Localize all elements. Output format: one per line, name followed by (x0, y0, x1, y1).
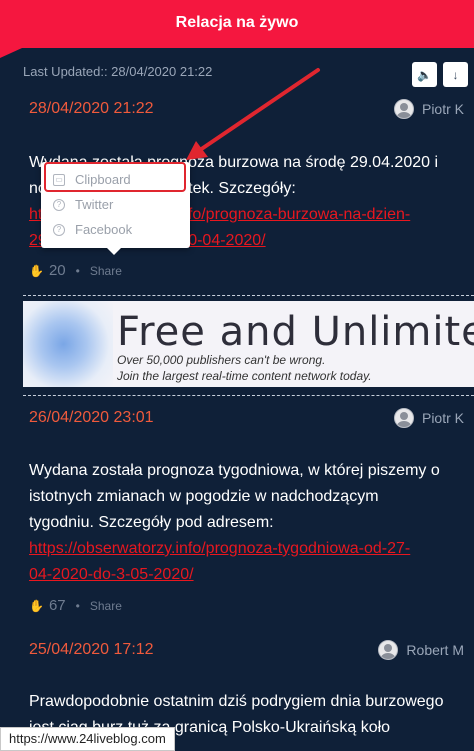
twitter-icon: ? (53, 198, 65, 211)
clap-icon[interactable]: ✋ (29, 264, 44, 278)
author-name: Piotr K (421, 101, 464, 117)
header-bar: Relacja na żywo (0, 0, 474, 58)
divider (23, 395, 474, 396)
share-facebook-item[interactable]: ? Facebook (53, 222, 132, 237)
post-link[interactable]: https://obserwatorzy.info/prognoza-tygod… (29, 540, 410, 557)
like-count: 20 (48, 262, 66, 279)
ad-line: Join the largest real-time content netwo… (117, 369, 372, 383)
post-date: 28/04/2020 21:22 (29, 100, 154, 117)
facebook-icon: ? (53, 223, 65, 236)
post-author: Robert M (378, 640, 464, 660)
share-item-label: Twitter (75, 197, 114, 212)
post-text: Wydana została prognoza tygodniowa, w kt… (29, 462, 440, 479)
post-date: 26/04/2020 23:01 (29, 409, 154, 426)
avatar (393, 408, 414, 428)
like-count: 67 (48, 597, 66, 614)
share-twitter-item[interactable]: ? Twitter (53, 197, 113, 212)
post-text: istotnych zmianach w pogodzie w nadchodz… (29, 488, 379, 505)
post-body: Wydana została prognoza tygodniowa, w kt… (29, 458, 459, 588)
post-text: Prawdopodobnie ostatnim dziś podrygiem d… (29, 693, 444, 710)
arrow-down-icon: ↓ (452, 67, 459, 82)
post-text: tygodniu. Szczegóły pod adresem: (29, 514, 274, 531)
speaker-icon: 🔈 (417, 67, 432, 82)
ad-headline: Free and Unlimited (117, 309, 474, 355)
post-meta: ✋ 67 • Share (29, 597, 122, 614)
post-link[interactable]: 04-2020-do-3-05-2020/ (29, 566, 194, 583)
post-meta: ✋ 20 • Share (29, 262, 122, 279)
page-title: Relacja na żywo (175, 14, 299, 31)
ad-line: Over 50,000 publishers can't be wrong. (117, 353, 326, 367)
author-name: Piotr K (421, 410, 464, 426)
avatar (378, 640, 399, 660)
sound-toggle-button[interactable]: 🔈 (412, 62, 437, 87)
share-button[interactable]: Share (90, 599, 122, 613)
header-notch (0, 48, 22, 58)
post-date: 25/04/2020 17:12 (29, 641, 154, 658)
popup-arrow (107, 248, 121, 255)
post-author: Piotr K (393, 99, 464, 119)
ad-banner[interactable]: Free and Unlimited Over 50,000 publisher… (23, 301, 474, 387)
divider (23, 295, 474, 296)
share-button[interactable]: Share (90, 264, 122, 278)
ad-illustration (23, 301, 113, 387)
scroll-down-button[interactable]: ↓ (443, 62, 468, 87)
separator-dot: • (75, 598, 80, 613)
author-name: Robert M (406, 642, 464, 658)
highlight-box (44, 162, 186, 192)
last-updated-label: Last Updated:: 28/04/2020 21:22 (23, 64, 213, 79)
post-author: Piotr K (393, 408, 464, 428)
clap-icon[interactable]: ✋ (29, 599, 44, 613)
status-bar-url: https://www.24liveblog.com (0, 727, 175, 751)
share-item-label: Facebook (75, 222, 133, 237)
separator-dot: • (75, 263, 80, 278)
avatar (393, 99, 414, 119)
